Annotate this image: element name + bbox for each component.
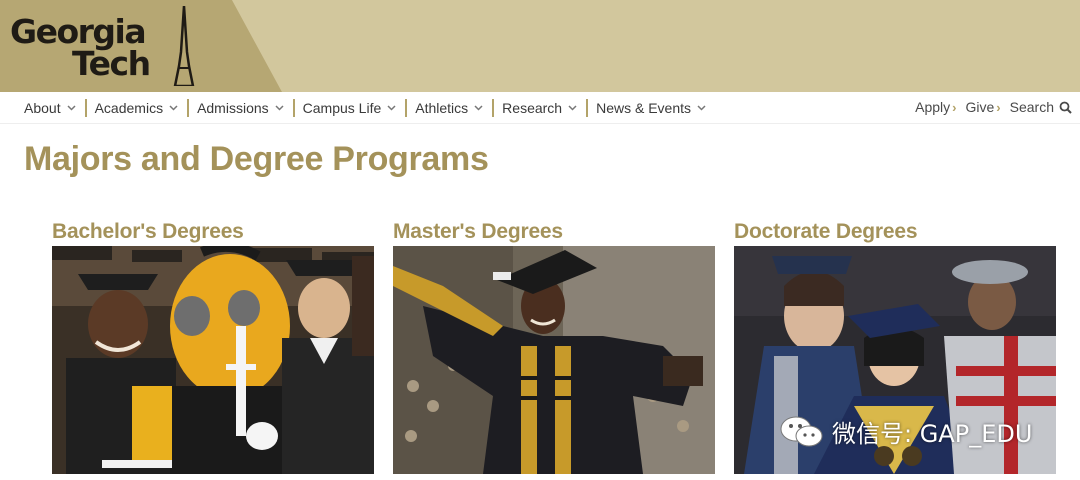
nav-item-news-events[interactable]: News & Events	[596, 100, 715, 116]
nav-label: Campus Life	[302, 100, 382, 116]
nav-label: Admissions	[197, 100, 269, 116]
nav-label: About	[24, 100, 61, 116]
chevron-down-icon	[474, 105, 483, 111]
chevron-right-icon: ›	[996, 99, 1001, 115]
nav-item-campus-life[interactable]: Campus Life	[303, 100, 406, 116]
chevron-down-icon	[67, 105, 76, 111]
wechat-watermark: 微信号: GAP_EDU	[780, 414, 1032, 449]
nav-item-athletics[interactable]: Athletics	[415, 100, 492, 116]
wechat-icon	[780, 416, 823, 446]
masters-degrees-card: Master's Degrees	[393, 218, 715, 474]
give-link[interactable]: Give ›	[966, 99, 1001, 115]
nav-item-about[interactable]: About	[24, 100, 85, 116]
chevron-down-icon	[697, 105, 706, 111]
bachelors-degrees-photo[interactable]	[52, 246, 374, 474]
watermark-text: 微信号: GAP_EDU	[832, 420, 1033, 448]
nav-separator	[405, 99, 408, 117]
nav-separator	[292, 99, 295, 117]
chevron-down-icon	[568, 105, 577, 111]
nav-item-admissions[interactable]: Admissions	[197, 100, 293, 116]
nav-label: Academics	[94, 100, 164, 116]
chevron-down-icon	[275, 105, 284, 111]
nav-label: News & Events	[596, 100, 692, 116]
chevron-down-icon	[169, 105, 178, 111]
nav-separator	[187, 99, 190, 117]
bachelors-degrees-card: Bachelor's Degrees	[52, 218, 374, 474]
graduate-celebrating-image	[393, 246, 715, 474]
graduation-mascot-image	[52, 246, 374, 474]
chevron-down-icon	[387, 105, 396, 111]
apply-label: Apply	[915, 99, 951, 115]
search-label: Search	[1009, 99, 1054, 115]
page-title: Majors and Degree Programs	[24, 140, 489, 178]
georgia-tech-logo[interactable]: Georgia Tech	[10, 6, 200, 86]
doctorate-degrees-heading[interactable]: Doctorate Degrees	[734, 218, 1056, 246]
bachelors-degrees-heading[interactable]: Bachelor's Degrees	[52, 218, 374, 246]
nav-separator	[586, 99, 589, 117]
masters-degrees-heading[interactable]: Master's Degrees	[393, 218, 715, 246]
nav-separator	[492, 99, 495, 117]
nav-item-academics[interactable]: Academics	[95, 100, 187, 116]
nav-label: Research	[502, 100, 563, 116]
main-navigation: About Academics Admissions Campus Life A…	[0, 92, 1080, 124]
search-icon	[1059, 101, 1072, 114]
site-header: Georgia Tech	[0, 0, 1080, 92]
tech-tower-spire-icon	[173, 6, 195, 86]
apply-link[interactable]: Apply ›	[915, 99, 956, 115]
nav-item-research[interactable]: Research	[502, 100, 586, 116]
chevron-right-icon: ›	[952, 99, 957, 115]
nav-separator	[84, 99, 87, 117]
logo-text-tech: Tech	[72, 44, 151, 83]
search-link[interactable]: Search	[1010, 99, 1072, 115]
nav-label: Athletics	[415, 100, 469, 116]
masters-degrees-photo[interactable]	[393, 246, 715, 474]
give-label: Give	[965, 99, 995, 115]
